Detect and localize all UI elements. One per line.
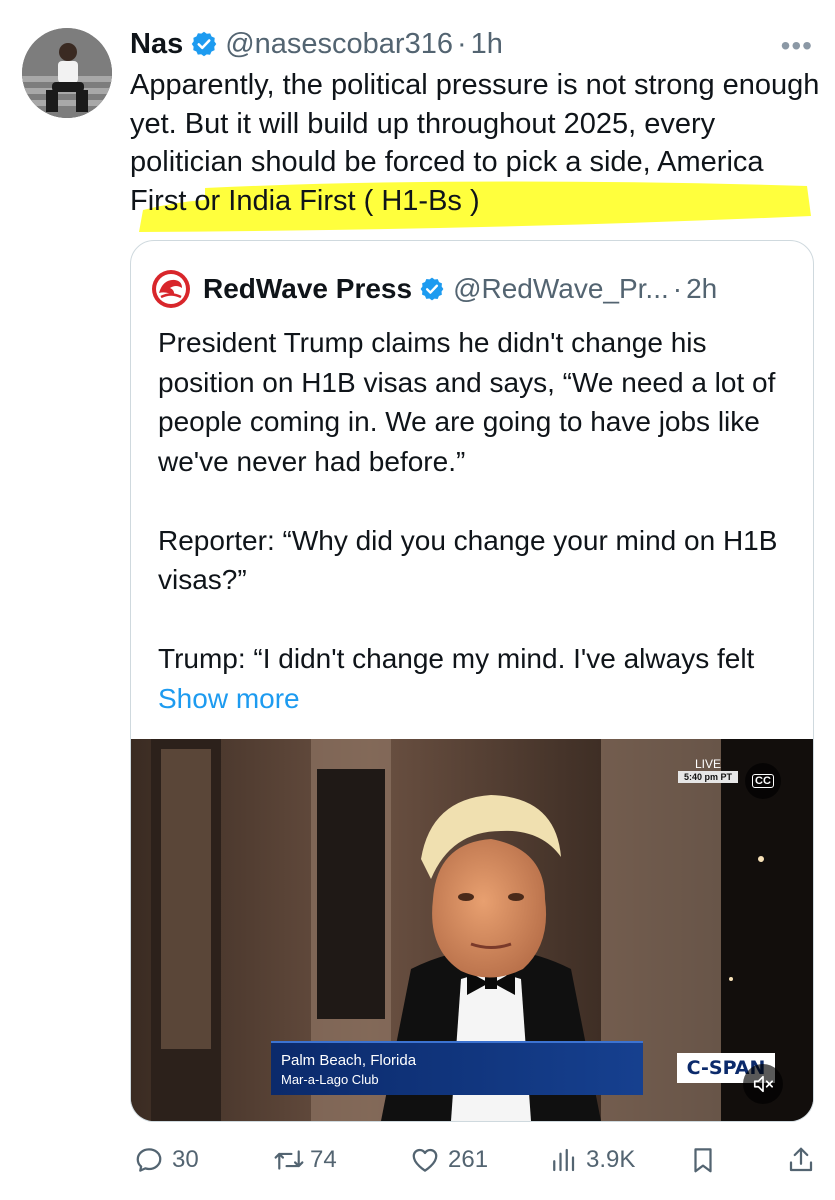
repost-icon — [274, 1150, 304, 1170]
repost-button[interactable]: 74 — [272, 1140, 337, 1180]
live-badge: LIVE 5:40 pm PT — [678, 757, 738, 783]
lower-third-venue: Mar-a-Lago Club — [281, 1072, 379, 1087]
heart-icon — [412, 1148, 438, 1172]
like-button[interactable]: 261 — [410, 1140, 488, 1180]
view-count: 3.9K — [586, 1146, 636, 1173]
share-icon — [789, 1147, 813, 1172]
like-count: 261 — [448, 1146, 489, 1173]
quoted-tweet-header: RedWave Press @RedWave_Pr... · 2h — [151, 269, 717, 309]
show-more-link[interactable]: Show more — [158, 683, 300, 714]
quoted-header-separator: · — [672, 273, 683, 304]
repost-count: 74 — [310, 1146, 337, 1173]
author-name[interactable]: Nas — [130, 28, 183, 61]
video-lower-third: Palm Beach, Florida Mar-a-Lago Club — [271, 1041, 643, 1095]
author-handle[interactable]: @nasescobar316 — [225, 28, 453, 61]
bookmark-icon — [694, 1148, 712, 1173]
views-button[interactable]: 3.9K — [548, 1140, 635, 1180]
share-button[interactable] — [786, 1140, 816, 1180]
redwave-logo-icon[interactable] — [151, 269, 191, 309]
quoted-verified-badge-icon — [420, 277, 444, 301]
reply-count: 30 — [172, 1146, 199, 1173]
tweet-header: Nas @nasescobar316 · 1h — [130, 22, 503, 66]
verified-badge-icon — [191, 31, 217, 57]
author-avatar[interactable] — [22, 28, 112, 118]
analytics-icon — [553, 1148, 575, 1172]
quoted-tweet-text: President Trump claims he didn't change … — [158, 323, 798, 758]
quoted-paragraph-3: Trump: “I didn't change my mind. I've al… — [158, 639, 798, 718]
tweet-timestamp[interactable]: 1h — [471, 28, 503, 61]
reply-button[interactable]: 30 — [134, 1140, 199, 1180]
closed-captions-icon[interactable]: CC — [745, 763, 781, 799]
live-time: 5:40 pm PT — [678, 771, 738, 783]
live-label: LIVE — [694, 757, 721, 771]
reply-icon — [136, 1148, 162, 1172]
quoted-timestamp[interactable]: 2h — [686, 273, 717, 305]
tweet-text: Apparently, the political pressure is no… — [130, 69, 820, 217]
more-options-icon[interactable]: ••• — [781, 30, 813, 62]
quoted-author-name[interactable]: RedWave Press — [203, 273, 412, 305]
video-player[interactable]: LIVE 5:40 pm PT CC Palm Beach, Florida M… — [131, 739, 813, 1121]
quoted-tweet-card[interactable]: RedWave Press @RedWave_Pr... · 2h Presid… — [130, 240, 814, 1122]
tweet-action-bar: 30 74 261 3.9K — [0, 1140, 835, 1180]
lower-third-location: Palm Beach, Florida — [281, 1052, 417, 1069]
muted-speaker-icon[interactable] — [743, 1064, 783, 1104]
closed-captions-label: CC — [752, 774, 774, 788]
bookmark-button[interactable] — [688, 1140, 718, 1180]
quoted-author-handle[interactable]: @RedWave_Pr... — [453, 273, 669, 305]
quoted-paragraph-2: Reporter: “Why did you change your mind … — [158, 524, 778, 596]
header-separator: · — [456, 27, 467, 60]
quoted-paragraph-3-text: Trump: “I didn't change my mind. I've al… — [158, 643, 755, 674]
quoted-paragraph-1: President Trump claims he didn't change … — [158, 327, 776, 477]
